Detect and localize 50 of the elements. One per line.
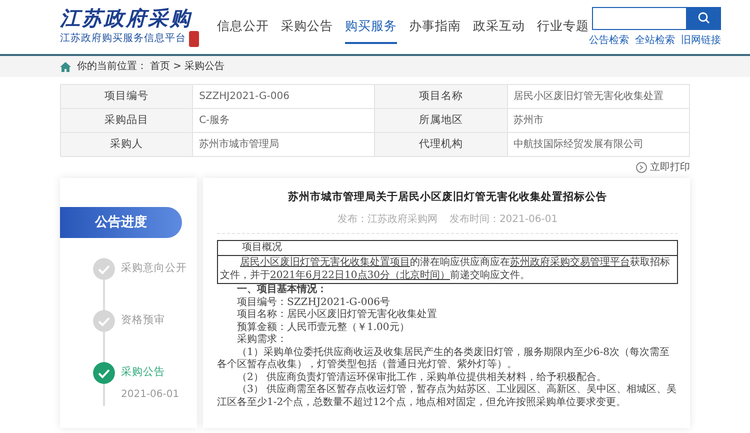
home-icon — [60, 62, 71, 72]
search-button[interactable] — [686, 6, 721, 30]
print-icon — [636, 162, 647, 173]
progress-title: 公告进度 — [60, 207, 182, 238]
search-link[interactable]: 旧网链接 — [681, 32, 721, 48]
nav-tab[interactable]: 办事指南 — [409, 13, 461, 44]
detail-line: 项目编号：SZZHJ2021-G-006号 — [236, 296, 391, 308]
article-title: 苏州市城市管理局关于居民小区废旧灯管无害化收集处置招标公告 — [287, 190, 608, 205]
section-heading: 一、项目基本情况： — [236, 284, 328, 296]
search-icon — [698, 12, 710, 24]
breadcrumb-label: 你的当前位置： — [77, 60, 147, 74]
field-value: SZZHJ2021-G-006 — [192, 84, 375, 108]
search-field[interactable] — [592, 6, 686, 30]
field-value: 苏州市城市管理局 — [192, 132, 375, 156]
detail-line: 预算金额：人民币壹元整（￥1.00元） — [236, 322, 410, 334]
overview-heading: 项目概况 — [218, 240, 677, 256]
requirement-text: （1）采购单位委托供应商收运及收集居民产生的各类废旧灯管，服务期限内至少6-8次（每次需至各个区暂存点收集），灯管类型包括（普通日光灯管、紫外灯等）。 — [217, 346, 670, 372]
logo-title: 江苏政府采购 — [60, 7, 193, 31]
nav-tab[interactable]: 政采互动 — [473, 13, 525, 44]
field-value: 苏州市 — [507, 108, 690, 132]
step-date: 2021-06-01 — [121, 388, 180, 402]
nav-tab[interactable]: 购买服务 — [345, 13, 397, 44]
search-link[interactable]: 全站检索 — [635, 32, 675, 48]
field-label: 所属地区 — [374, 108, 508, 132]
breadcrumb-path[interactable]: 首页 > 采购公告 — [150, 59, 225, 74]
field-label: 采购品目 — [60, 108, 193, 132]
field-label: 项目名称 — [374, 84, 508, 108]
nav-tab[interactable]: 行业专题 — [537, 13, 589, 44]
nav-tab[interactable]: 采购公告 — [281, 13, 333, 44]
text-link[interactable]: 居民小区废旧灯管无害化收集处置项目 — [240, 257, 410, 268]
text-link[interactable]: 苏州政府采购交易管理平台 — [510, 257, 630, 268]
print-link[interactable]: 立即打印 — [636, 160, 690, 175]
publish-date: 发布时间：2021-06-01 — [449, 212, 558, 227]
detail-line: 项目名称：居民小区废旧灯管无害化收集处置 — [236, 309, 438, 322]
logo-subtitle: 江苏政府购买服务信息平台 — [60, 33, 186, 45]
search-link[interactable]: 公告检索 — [589, 32, 629, 48]
field-value: C-服务 — [192, 108, 375, 132]
field-value: 中航技国际经贸发展有限公司 — [507, 132, 690, 156]
text-link[interactable]: 2021年6月22日10点30分（北京时间） — [270, 270, 450, 281]
seal-icon — [189, 31, 199, 47]
field-label: 采购人 — [60, 132, 193, 156]
article-source: 发布：江苏政府采购网 — [337, 212, 438, 227]
field-value: 居民小区废旧灯管无害化收集处置 — [507, 84, 690, 108]
detail-line: 采购需求： — [236, 334, 288, 346]
field-label: 项目编号 — [60, 84, 193, 108]
nav-tab[interactable]: 信息公开 — [217, 13, 269, 44]
field-label: 代理机构 — [374, 132, 508, 156]
overview-text: 居民小区废旧灯管无害化收集处置项目 的潜在响应供应商应在苏州政府采购交易管理平台获取招标文件，并于2021年6月22日10点30分（北京时间）前递交响应文件。 — [219, 256, 671, 283]
requirement-text: （3） 供应商需至各区暂存点收运灯管，暂存点为姑苏区、工业园区、高新区、吴中区、相城区、吴江区各至少1-2个点，总数量不超过12个点，地点相对固定，但允许按照采购单位要求变更。 — [217, 384, 678, 410]
requirement-text: （2） 供应商负责灯管清运环保审批工作，采购单位提供相关材料，给予积极配合。 — [236, 372, 608, 384]
